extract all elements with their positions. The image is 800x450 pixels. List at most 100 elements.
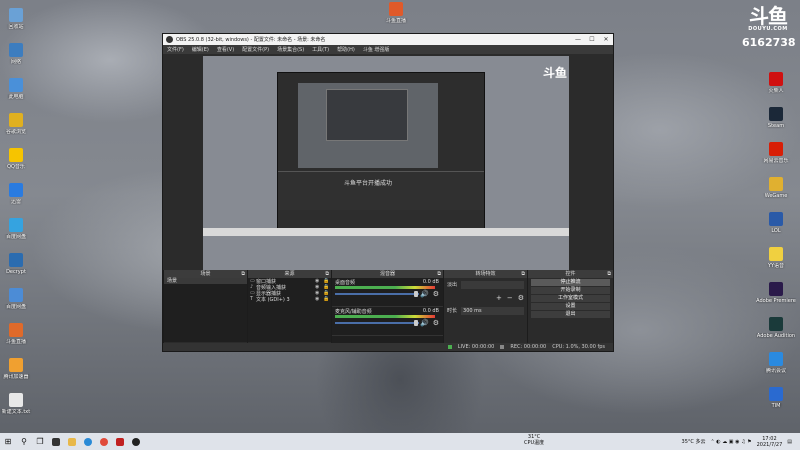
lock-icon[interactable]: 🔒 [323, 296, 331, 302]
taskbar-app-store-icon[interactable] [48, 433, 64, 450]
rec-indicator-icon [500, 345, 505, 349]
tray-icons[interactable]: ⌃ ◐ ☁ ▣ ◉ ♫ ⚑ [710, 439, 751, 445]
desktop-icon-label: 腾讯会议 [765, 368, 786, 374]
speaker-icon[interactable]: 🔊 [420, 290, 429, 298]
taskbar-explorer-icon[interactable] [64, 433, 80, 450]
taskbar-obs-icon[interactable] [128, 433, 144, 450]
control-button[interactable]: 停止推流 [531, 279, 610, 286]
desktop-icon[interactable]: 网易云音乐 [756, 142, 796, 164]
desktop-app-icon [769, 107, 783, 121]
undock-icon[interactable]: ⧉ [437, 270, 441, 278]
slider-handle[interactable] [414, 320, 418, 326]
menu-item[interactable]: 场景集合(S) [273, 46, 308, 53]
undock-icon[interactable]: ⧉ [607, 270, 611, 278]
menu-item[interactable]: 配置文件(P) [238, 46, 273, 53]
source-item[interactable]: T 文本 (GDI+) 3 ◉ 🔒 [248, 296, 331, 303]
notification-icon[interactable]: ▤ [787, 439, 792, 445]
desktop-icon-label: Decrypt [6, 269, 26, 275]
weather-label: CPU温度 [524, 440, 545, 446]
obs-logo-icon [166, 36, 173, 43]
duration-input[interactable]: 300 ms [461, 306, 524, 315]
close-icon[interactable]: ✕ [599, 36, 613, 43]
desktop-app-icon [769, 352, 783, 366]
slider-handle[interactable] [414, 291, 418, 297]
obs-window[interactable]: OBS 25.0.8 (32-bit, windows) - 配置文件: 未命名… [162, 33, 614, 352]
gear-icon[interactable]: ⚙ [518, 294, 524, 302]
desktop-icon[interactable]: Adobe Premiere [756, 282, 796, 304]
menu-item[interactable]: 文件(F) [163, 46, 188, 53]
desktop-icon[interactable]: 新建文本.txt [0, 393, 36, 415]
desktop-icon[interactable]: 迅雷 [0, 183, 36, 205]
volume-meter [335, 286, 435, 289]
douyu-app-icon [389, 2, 403, 16]
clock[interactable]: 17:02 2021/7/27 [757, 436, 783, 448]
mixer-dock: 混音器 ⧉ 桌面音频 0.0 dB 🔊 ⚙ 麦克风/辅助音频 0.0 dB 🔊 ⚙ [331, 270, 443, 351]
desktop-icon[interactable]: 斗鱼直播 [0, 323, 36, 345]
menu-item[interactable]: 编辑(E) [188, 46, 213, 53]
desktop-icon[interactable]: 谷歌浏览 [0, 113, 36, 135]
taskbar-edge-icon[interactable] [80, 433, 96, 450]
task-view-icon[interactable]: ❐ [32, 433, 48, 450]
desktop-icon[interactable]: 此电脑 [0, 78, 36, 100]
douyu-logo: 斗鱼 [749, 4, 788, 28]
desktop-app-icon [769, 387, 783, 401]
minimize-icon[interactable]: — [571, 36, 585, 43]
scenes-dock: 场景⧉ 场景 + − ⌃ ⌄ [163, 270, 247, 351]
weather-widget[interactable]: 31°C CPU温度 [524, 434, 544, 446]
scenes-title: 场景 [200, 271, 211, 277]
taskbar-chrome-icon[interactable] [96, 433, 112, 450]
control-button[interactable]: 工作室模式 [531, 295, 610, 302]
scene-item[interactable]: 场景 [164, 278, 247, 284]
undock-icon[interactable]: ⧉ [325, 270, 329, 278]
obs-titlebar[interactable]: OBS 25.0.8 (32-bit, windows) - 配置文件: 未命名… [163, 34, 613, 45]
desktop-icon[interactable]: 网络 [0, 43, 36, 65]
add-icon[interactable]: + [496, 294, 502, 302]
desktop-icon[interactable]: Adobe Audition [756, 317, 796, 339]
menu-item[interactable]: 帮助(H) [333, 46, 359, 53]
control-button[interactable]: 开始录制 [531, 287, 610, 294]
menu-item[interactable]: 工具(T) [308, 46, 333, 53]
desktop-icon-douyu[interactable]: 斗鱼直播 [376, 2, 416, 24]
control-button[interactable]: 退出 [531, 311, 610, 318]
maximize-icon[interactable]: ☐ [585, 36, 599, 43]
desktop-icon[interactable]: 回收站 [0, 8, 36, 30]
desktop-icon[interactable]: Steam [756, 107, 796, 129]
menu-item[interactable]: 斗鱼 增强版 [359, 46, 394, 53]
transition-dropdown[interactable] [461, 280, 524, 289]
control-button[interactable]: 设置 [531, 303, 610, 310]
desktop-icon[interactable]: TIM [756, 387, 796, 409]
menu-item[interactable]: 查看(V) [213, 46, 238, 53]
desktop-icon[interactable]: 腾讯加速器 [0, 358, 36, 380]
obs-preview[interactable]: 斗鱼 斗鱼平台开播成功 [203, 56, 569, 286]
desktop-icon[interactable]: 百度网盘 [0, 218, 36, 240]
desktop-icon[interactable]: QQ音乐 [0, 148, 36, 170]
windows-start-icon[interactable]: ⊞ [0, 433, 16, 450]
taskbar-app-icon[interactable] [112, 433, 128, 450]
transition-select[interactable]: 淡出 [447, 281, 457, 288]
gear-icon[interactable]: ⚙ [433, 319, 439, 327]
controls-dock: 控件 ⧉ 停止推流 开始录制 工作室模式 设置 退出 [527, 270, 613, 351]
duration-label: 时长 [447, 308, 458, 314]
controls-title: 控件 [565, 271, 576, 277]
desktop-icon[interactable]: LOL [756, 212, 796, 234]
search-icon[interactable]: ⚲ [16, 433, 32, 450]
undock-icon[interactable]: ⧉ [521, 270, 525, 278]
speaker-icon[interactable]: 🔊 [420, 319, 429, 327]
eye-icon[interactable]: ◉ [315, 296, 323, 302]
gear-icon[interactable]: ⚙ [433, 290, 439, 298]
remove-icon[interactable]: − [507, 294, 513, 302]
desktop-icon[interactable]: 百度网盘 [0, 288, 36, 310]
taskbar: ⊞ ⚲ ❐ 31°C CPU温度 35°C 多云 ⌃ ◐ ☁ ▣ ◉ ♫ ⚑ 1… [0, 433, 800, 450]
desktop-icon[interactable]: WeGame [756, 177, 796, 199]
obs-menubar: 文件(F) 编辑(E) 查看(V) 配置文件(P) 场景集合(S) 工具(T) 帮助(H) 斗… [163, 45, 613, 54]
volume-slider[interactable] [335, 293, 419, 295]
desktop-icon[interactable]: YY语音 [756, 247, 796, 269]
desktop-icon[interactable]: 火柴人 [756, 72, 796, 94]
source-name: 文本 (GDI+) 3 [256, 296, 290, 303]
mixer-channel: 麦克风/辅助音频 0.0 dB 🔊 ⚙ [332, 307, 443, 336]
desktop-icon[interactable]: 腾讯会议 [756, 352, 796, 374]
volume-slider[interactable] [335, 322, 419, 324]
undock-icon[interactable]: ⧉ [241, 270, 245, 278]
desktop-icon[interactable]: Decrypt [0, 253, 36, 275]
tray-weather[interactable]: 35°C 多云 [682, 438, 706, 445]
